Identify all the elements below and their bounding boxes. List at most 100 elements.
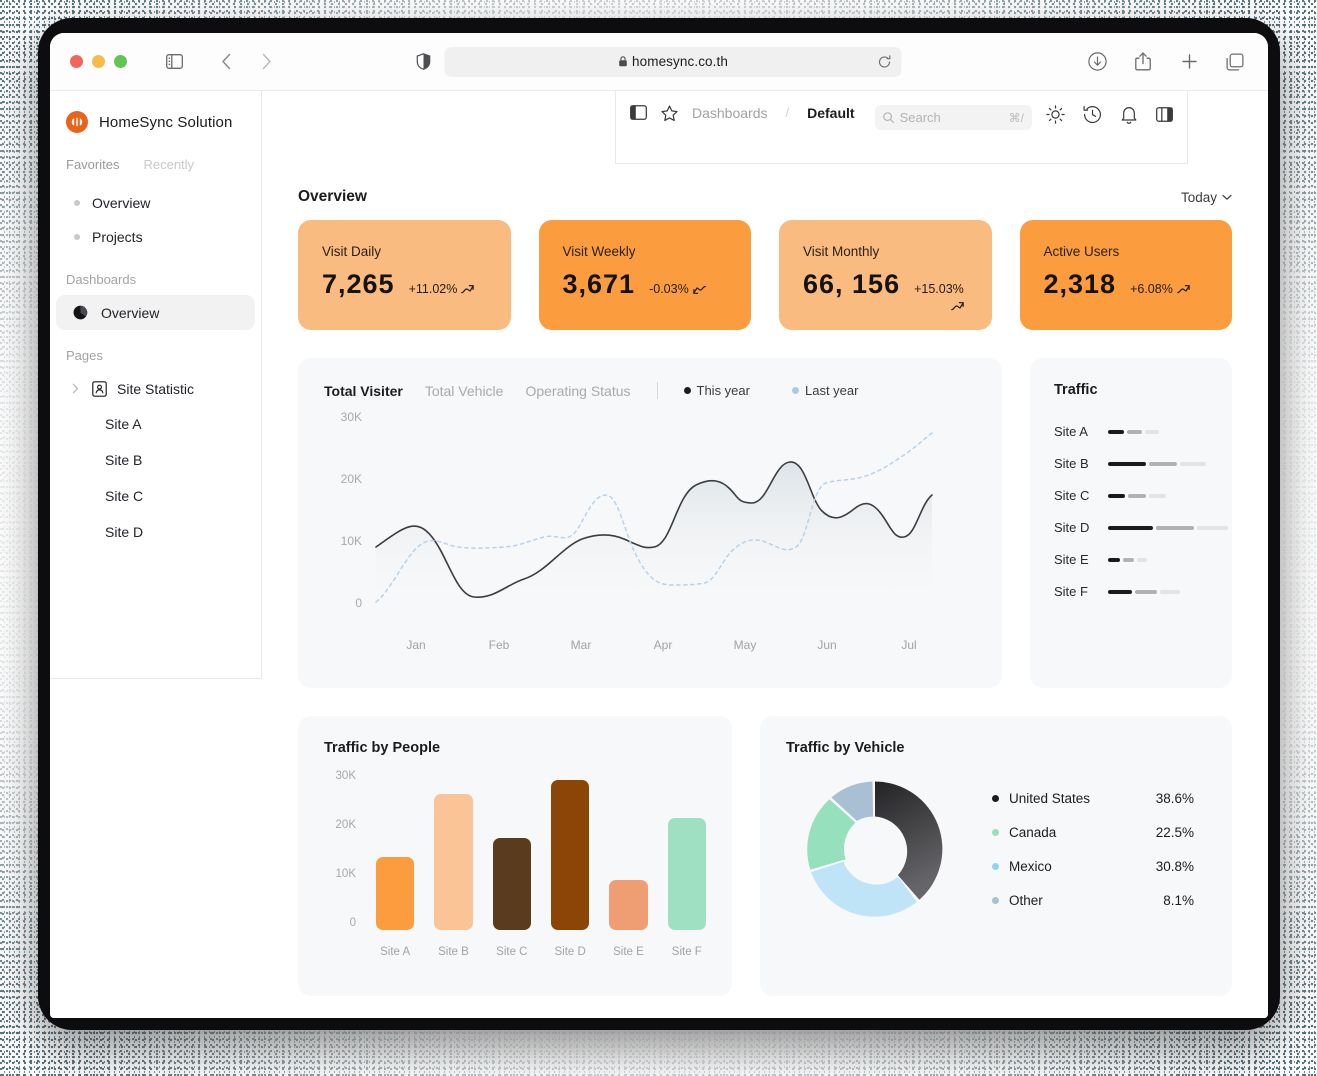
svg-text:Mar: Mar — [571, 638, 592, 652]
date-range-picker[interactable]: Today — [1181, 190, 1232, 205]
legend-row-mexico[interactable]: Mexico 30.8% — [992, 859, 1194, 874]
sidebar-item-site-d[interactable]: Site D — [50, 514, 261, 550]
traffic-row[interactable]: Site E — [1054, 552, 1210, 567]
bar-column[interactable] — [492, 770, 531, 930]
tab-overview-icon[interactable] — [1222, 49, 1248, 75]
pie-chart-icon — [72, 304, 89, 321]
legend-dot-icon — [683, 387, 691, 394]
legend-label: Canada — [1009, 824, 1057, 840]
donut-legend: United States 38.6% Canada 22.5% Mexico … — [992, 791, 1206, 908]
sidebar-toggle-icon[interactable] — [161, 49, 187, 75]
y-tick-label: 20K — [335, 819, 356, 831]
panel-left-icon[interactable] — [630, 105, 647, 120]
breadcrumb-root[interactable]: Dashboards — [692, 105, 768, 121]
sidebar-item-overview-fav[interactable]: Overview — [56, 186, 255, 220]
star-icon[interactable] — [661, 105, 678, 122]
window-controls[interactable] — [70, 55, 127, 68]
navigation-arrows[interactable] — [213, 49, 279, 75]
legend-label: Last year — [804, 383, 859, 398]
sidebar-item-site-b[interactable]: Site B — [50, 442, 261, 478]
dashboard-content: Overview Today Visit Daily 7,265 +11.02%… — [262, 164, 1268, 996]
traffic-row-label: Site E — [1054, 552, 1089, 567]
traffic-row[interactable]: Site F — [1054, 584, 1210, 599]
sidebar: HomeSync Solution Favorites Recently Ove… — [50, 91, 262, 679]
line-chart: 30K 20K 10K 0 Jan Feb Mar Apr May Jun Ju… — [324, 407, 976, 674]
legend-label: This year — [696, 383, 750, 398]
legend-row-other[interactable]: Other 8.1% — [992, 893, 1194, 908]
traffic-bar — [1108, 557, 1147, 562]
sidebar-item-label: Projects — [92, 229, 143, 245]
kpi-card-visit-monthly[interactable]: Visit Monthly 66, 156 +15.03% — [779, 220, 992, 330]
sidebar-group-dashboards: Dashboards — [66, 272, 137, 287]
sidebar-item-site-a[interactable]: Site A — [50, 406, 261, 442]
tab-total-vehicle[interactable]: Total Vehicle — [425, 383, 504, 399]
chevron-right-icon[interactable] — [72, 383, 82, 394]
traffic-row[interactable]: Site D — [1054, 520, 1228, 535]
bar-column[interactable] — [550, 770, 590, 930]
tab-total-visiter[interactable]: Total Visiter — [324, 383, 403, 399]
sidebar-item-projects[interactable]: Projects — [56, 220, 255, 254]
legend-dot-icon — [992, 794, 999, 802]
traffic-row[interactable]: Site C — [1054, 488, 1210, 503]
lock-icon — [618, 56, 627, 67]
kpi-label: Visit Monthly — [803, 244, 880, 259]
bar-column[interactable] — [667, 770, 706, 930]
tab-recently[interactable]: Recently — [143, 157, 194, 172]
y-tick-label: 10K — [335, 868, 356, 880]
chart-tab-bar: Total Visiter Total Vehicle Operating St… — [324, 382, 976, 399]
kpi-delta-text: -0.03% — [649, 282, 689, 296]
forward-chevron-icon[interactable] — [253, 49, 279, 75]
sidebar-item-dashboard-overview[interactable]: Overview — [56, 295, 255, 330]
brand[interactable]: HomeSync Solution — [50, 107, 261, 133]
url-text: homesync.co.th — [632, 54, 728, 69]
bell-icon[interactable] — [1120, 105, 1138, 124]
maximize-window-button[interactable] — [114, 55, 127, 68]
bar-column[interactable] — [376, 770, 415, 930]
plus-icon[interactable] — [1176, 49, 1202, 75]
bottom-row: Traffic by People 30K 20K 10K 0 Site A S… — [298, 716, 1232, 996]
sidebar-group-pages: Pages — [66, 348, 103, 363]
donut-slice-mexico — [811, 861, 917, 917]
bar-column[interactable] — [434, 770, 473, 930]
section-header: Overview Today — [298, 164, 1232, 220]
toolbar-right-icons — [1084, 49, 1248, 75]
theme-sun-icon[interactable] — [1046, 105, 1065, 124]
bar-site-e — [609, 880, 648, 930]
traffic-row[interactable]: Site A — [1054, 424, 1210, 439]
share-icon[interactable] — [1130, 49, 1156, 75]
sidebar-item-site-c[interactable]: Site C — [50, 478, 261, 514]
kpi-delta-text: +15.03% — [914, 282, 964, 296]
sidebar-item-site-statistic[interactable]: Site Statistic — [56, 371, 255, 406]
search-input[interactable]: Search ⌘/ — [874, 105, 1032, 130]
legend-label: Mexico — [1009, 858, 1052, 874]
search-icon — [882, 112, 894, 123]
kpi-card-active-users[interactable]: Active Users 2,318 +6.08% — [1019, 220, 1232, 330]
tab-operating-status[interactable]: Operating Status — [525, 383, 630, 399]
minimize-window-button[interactable] — [92, 55, 105, 68]
tab-favorites[interactable]: Favorites — [66, 157, 119, 172]
svg-text:Feb: Feb — [489, 638, 510, 652]
traffic-bar — [1108, 493, 1166, 498]
chevron-down-icon — [1222, 194, 1232, 201]
kpi-card-visit-daily[interactable]: Visit Daily 7,265 +11.02% — [298, 220, 511, 330]
bar-x-label: Site E — [613, 946, 644, 958]
history-icon[interactable] — [1083, 105, 1102, 124]
svg-text:30K: 30K — [341, 410, 362, 424]
traffic-row-label: Site C — [1054, 488, 1090, 503]
breadcrumb-separator: / — [785, 105, 790, 120]
legend-row-united-states[interactable]: United States 38.6% — [992, 791, 1194, 806]
y-tick-label: 0 — [349, 917, 356, 929]
shield-icon[interactable] — [416, 53, 431, 70]
url-bar[interactable]: homesync.co.th — [444, 46, 902, 77]
panel-right-icon[interactable] — [1156, 107, 1173, 122]
download-icon[interactable] — [1084, 49, 1110, 75]
kpi-value-row: 66, 156 +15.03% — [803, 269, 970, 319]
traffic-row-label: Site B — [1054, 456, 1089, 471]
close-window-button[interactable] — [70, 55, 83, 68]
back-chevron-icon[interactable] — [213, 49, 239, 75]
kpi-card-visit-weekly[interactable]: Visit Weekly 3,671 -0.03% — [538, 220, 751, 330]
legend-row-canada[interactable]: Canada 22.5% — [992, 825, 1194, 840]
reload-icon[interactable] — [878, 54, 892, 69]
traffic-row[interactable]: Site B — [1054, 456, 1210, 471]
bar-column[interactable] — [609, 770, 648, 930]
